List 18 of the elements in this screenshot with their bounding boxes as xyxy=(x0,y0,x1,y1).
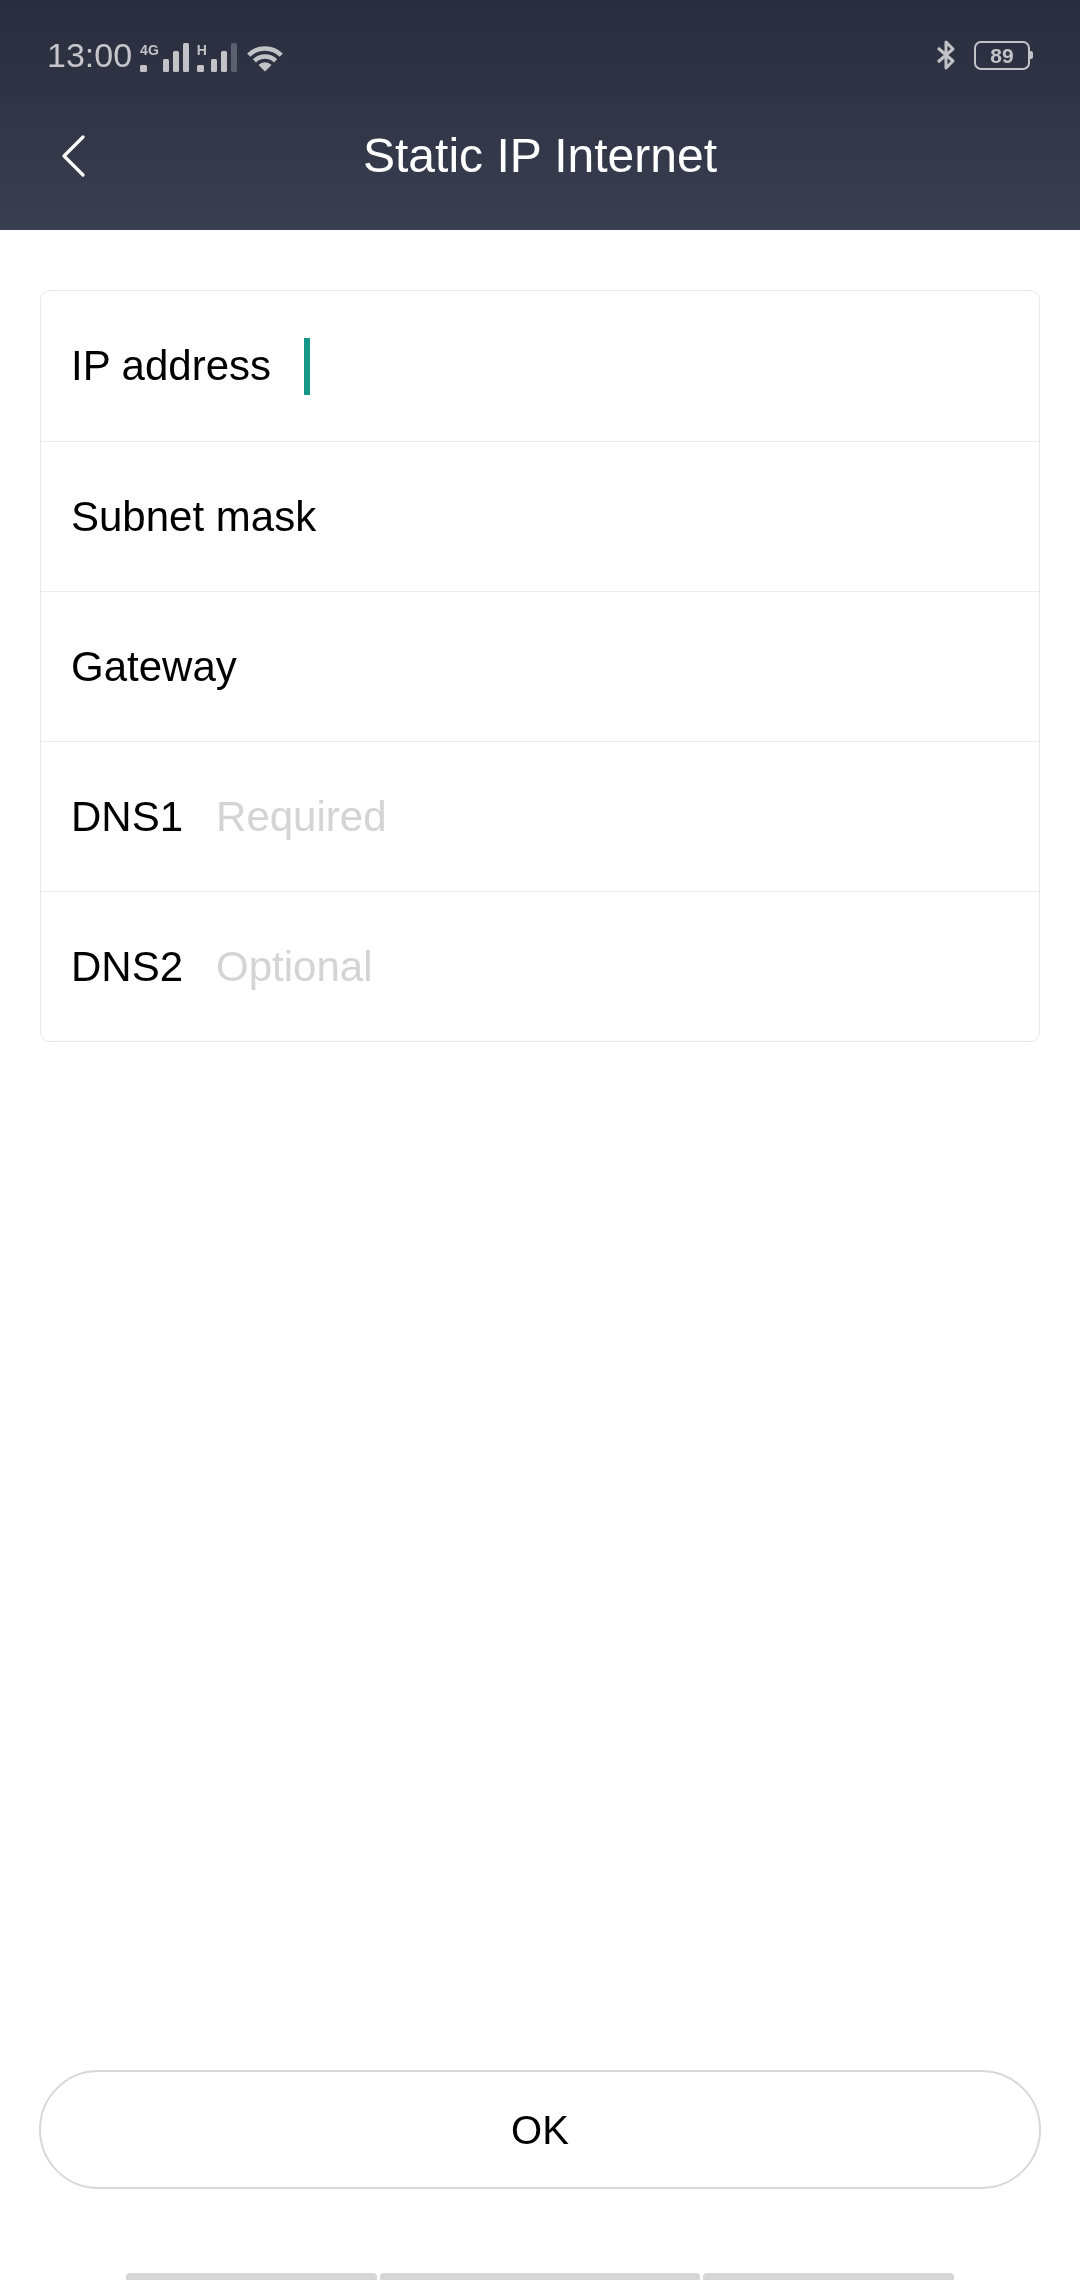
clock-time: 13:00 xyxy=(47,38,133,72)
field-label: Subnet mask xyxy=(71,495,317,538)
field-label: IP address xyxy=(71,345,271,387)
battery-indicator: 89 xyxy=(974,40,1033,70)
signal-strength-icon xyxy=(210,43,237,72)
navigation-bar[interactable] xyxy=(703,2273,954,2280)
navigation-bar[interactable] xyxy=(126,2273,377,2280)
back-icon xyxy=(60,135,86,177)
network-type-label: H xyxy=(196,44,207,56)
wifi-icon xyxy=(244,44,285,72)
field-label: DNS1 xyxy=(71,795,184,838)
page-title: Static IP Internet xyxy=(363,132,717,180)
field-label: DNS2 xyxy=(71,945,184,988)
navigation-bar[interactable] xyxy=(380,2273,700,2280)
network-type-label: 4G xyxy=(140,44,159,56)
field-label: Gateway xyxy=(71,645,237,688)
ok-button[interactable]: OK xyxy=(39,2070,1041,2189)
signal-strength-icon xyxy=(162,43,189,72)
